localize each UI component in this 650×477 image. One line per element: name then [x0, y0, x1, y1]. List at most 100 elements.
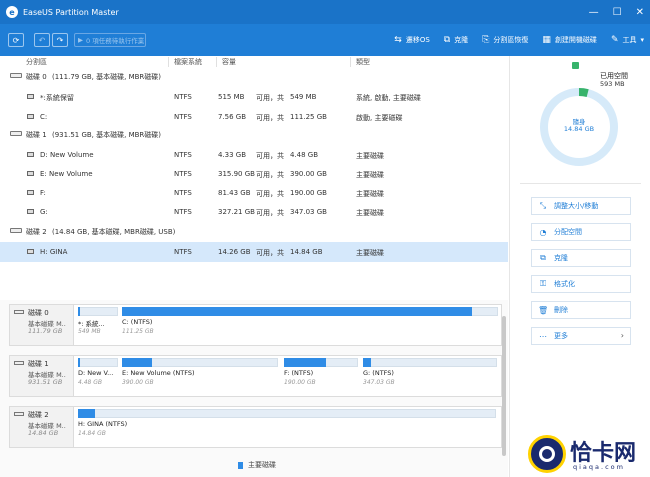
disk-map-info: 磁碟 0 基本磁碟 M.. 111.79 GB [10, 305, 74, 345]
disk-icon [14, 361, 24, 365]
partition-recovery-button[interactable]: ⎘ 分割區恢復 [482, 35, 528, 45]
partition-segment[interactable]: D: New V... 4.48 GB [78, 358, 120, 396]
partition-icon [27, 114, 34, 119]
segment-fill [363, 358, 371, 367]
segment-bar [78, 409, 496, 418]
play-icon: ▶ [78, 36, 83, 44]
partition-icon [27, 94, 34, 99]
partition-segment[interactable]: *: 系統... 549 MB [78, 307, 120, 345]
format-icon: ⚿ [539, 279, 547, 288]
partition-segment[interactable]: C: (NTFS) 111.25 GB [122, 307, 500, 345]
partition-row[interactable]: D: New Volume NTFS 4.33 GB 可用，共 4.48 GB … [0, 145, 508, 165]
action-label: 克隆 [554, 254, 568, 262]
undo-icon[interactable]: ↶ [34, 33, 50, 47]
apply-pending-button[interactable]: ▶ 0 項任務待執行作業 [74, 33, 146, 47]
segment-label: H: GINA (NTFS) [78, 420, 128, 428]
disk-map-size: 111.79 GB [28, 327, 63, 335]
disk-map-block[interactable]: 磁碟 1 基本磁碟 M.. 931.51 GB D: New V... 4.48… [9, 355, 502, 397]
disk-name: 磁碟 1 [26, 131, 47, 139]
segment-fill [78, 307, 80, 316]
resize-move-button[interactable]: ⤡ 調整大小/移動 [531, 197, 631, 215]
partition-total: 347.03 GB [290, 208, 327, 216]
disk-map-name: 磁碟 0 [28, 309, 49, 317]
disk-map-block[interactable]: 磁碟 0 基本磁碟 M.. 111.79 GB *: 系統... 549 MB … [9, 304, 502, 346]
partition-segment[interactable]: E: New Volume (NTFS) 390.00 GB [122, 358, 280, 396]
tool-label: 創建開機磁碟 [554, 36, 597, 44]
partition-row[interactable]: E: New Volume NTFS 315.90 GB 可用，共 390.00… [0, 164, 508, 184]
disk-map-name: 磁碟 1 [28, 360, 49, 368]
capacity-sep: 可用，共 [256, 190, 284, 198]
disk-desc: (931.51 GB, 基本磁碟, MBR磁碟) [52, 131, 162, 139]
disk-desc: (14.84 GB, 基本磁碟, MBR磁碟, USB) [52, 228, 176, 236]
partition-used: 327.21 GB [218, 208, 255, 216]
toolbar-tools: ⇆ 遷移OS ⧉ 克隆 ⎘ 分割區恢復 ▦ 創建開機磁碟 ✎ 工具 ▾ [394, 24, 644, 56]
grid-icon: ▦ [542, 35, 551, 45]
used-space-swatch [572, 62, 579, 69]
partition-total: 549 MB [290, 93, 317, 101]
partition-total: 4.48 GB [290, 151, 319, 159]
disk-row[interactable]: 磁碟 1 (931.51 GB, 基本磁碟, MBR磁碟) [0, 124, 508, 144]
tool-label: 工具 [622, 36, 637, 44]
delete-button[interactable]: 🗑 刪除 [531, 301, 631, 319]
disk-name: 磁碟 0 [26, 73, 47, 81]
close-button[interactable]: ✕ [636, 7, 644, 18]
tools-menu-button[interactable]: ✎ 工具 ▾ [611, 35, 644, 45]
partition-used: 81.43 GB [218, 189, 251, 197]
allocate-space-button[interactable]: ◔ 分配空間 [531, 223, 631, 241]
partition-name: C: [40, 113, 48, 121]
disk-name: 磁碟 2 [26, 228, 47, 236]
partition-row[interactable]: *:系統保留 NTFS 515 MB 可用，共 549 MB 系統, 啟動, 主… [0, 87, 508, 107]
capacity-sep: 可用，共 [256, 249, 284, 257]
tool-label: 遷移OS [405, 36, 430, 44]
maximize-button[interactable]: ☐ [613, 7, 622, 18]
disk-icon [10, 73, 22, 78]
redo-icon[interactable]: ↷ [52, 33, 68, 47]
format-button[interactable]: ⚿ 格式化 [531, 275, 631, 293]
partition-segment-selected[interactable]: H: GINA (NTFS) 14.84 GB [78, 409, 498, 447]
segment-size: 390.00 GB [122, 379, 154, 386]
more-icon: ⋯ [539, 331, 547, 341]
partition-segment[interactable]: F: (NTFS) 190.00 GB [284, 358, 360, 396]
bootable-disk-button[interactable]: ▦ 創建開機磁碟 [542, 35, 597, 45]
segment-size: 111.25 GB [122, 328, 154, 335]
clone-partition-button[interactable]: ⧉ 克隆 [531, 249, 631, 267]
partition-row-selected[interactable]: H: GINA NTFS 14.26 GB 可用，共 14.84 GB 主要磁碟 [0, 242, 508, 262]
window-controls: — ☐ ✕ [589, 0, 644, 24]
disk-map-scrollbar[interactable] [502, 316, 506, 456]
partition-row[interactable]: G: NTFS 327.21 GB 可用，共 347.03 GB 主要磁碟 [0, 202, 508, 222]
chevron-down-icon: ▾ [640, 36, 644, 44]
partition-icon [27, 190, 34, 195]
segment-bar [363, 358, 497, 367]
partition-type: 啟動, 主要磁碟 [356, 114, 403, 122]
disk-map-size: 931.51 GB [28, 378, 63, 386]
wrench-icon: ✎ [610, 35, 619, 45]
partition-segment[interactable]: G: (NTFS) 347.03 GB [363, 358, 499, 396]
disk-row[interactable]: 磁碟 2 (14.84 GB, 基本磁碟, MBR磁碟, USB) [0, 221, 508, 241]
partition-total: 190.00 GB [290, 189, 327, 197]
refresh-icon[interactable]: ⟳ [8, 33, 24, 47]
chevron-right-icon: › [620, 331, 624, 340]
right-panel: 已用空間 593 MB 隨身 14.84 GB ⤡ 調整大小/移動 ◔ 分配空間… [509, 56, 650, 477]
clone-button[interactable]: ⧉ 克隆 [444, 35, 468, 45]
partition-row[interactable]: F: NTFS 81.43 GB 可用，共 190.00 GB 主要磁碟 [0, 183, 508, 203]
watermark-logo-icon [528, 435, 566, 473]
pending-label: 0 項任務待執行作業 [86, 37, 145, 45]
disk-map-block[interactable]: 磁碟 2 基本磁碟 M.. 14.84 GB H: GINA (NTFS) 14… [9, 406, 502, 448]
partition-fs: NTFS [174, 151, 192, 159]
disk-row[interactable]: 磁碟 0 (111.79 GB, 基本磁碟, MBR磁碟) [0, 66, 508, 86]
watermark-logo-ring [539, 446, 555, 462]
panel-divider [520, 183, 641, 184]
minimize-button[interactable]: — [589, 7, 599, 18]
segment-label: G: (NTFS) [363, 369, 394, 377]
tool-label: 克隆 [454, 36, 469, 44]
disk-desc: (111.79 GB, 基本磁碟, MBR磁碟) [52, 73, 162, 81]
migrate-os-button[interactable]: ⇆ 遷移OS [394, 35, 430, 45]
main-toolbar: ⟳ ↶ ↷ ▶ 0 項任務待執行作業 ⇆ 遷移OS ⧉ 克隆 ⎘ 分割區恢復 ▦… [0, 24, 650, 56]
partition-name: G: [40, 208, 48, 216]
segment-size: 549 MB [78, 328, 101, 335]
segment-size: 14.84 GB [78, 430, 106, 437]
usb-disk-icon [14, 412, 24, 416]
more-button[interactable]: ⋯ 更多 › [531, 327, 631, 345]
disk-map-info: 磁碟 1 基本磁碟 M.. 931.51 GB [10, 356, 74, 396]
partition-used: 7.56 GB [218, 113, 247, 121]
